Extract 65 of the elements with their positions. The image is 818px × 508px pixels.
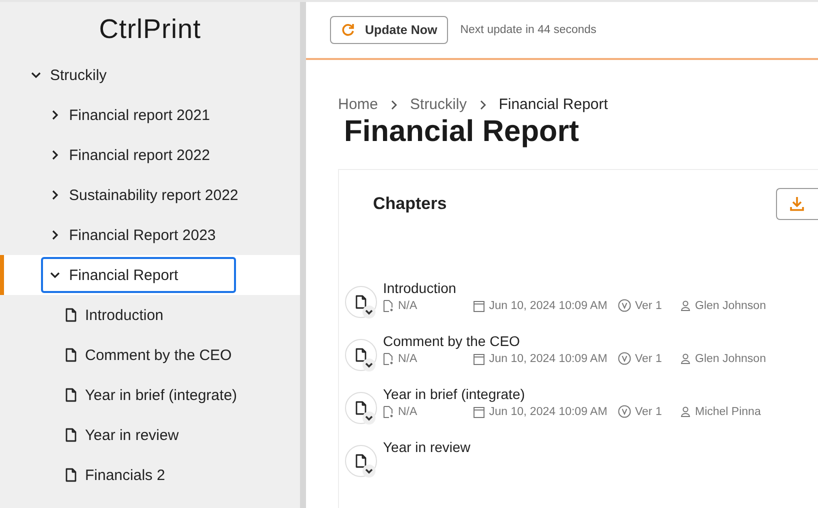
user-name: Michel Pinna (695, 406, 761, 418)
page-title: Financial Report (344, 115, 580, 149)
calendar-icon (473, 352, 485, 364)
document-status-icon (383, 352, 394, 364)
expand-icon[interactable] (362, 305, 376, 319)
tree-item[interactable]: Financial Report (41, 257, 236, 293)
document-icon (65, 348, 77, 362)
chevron-right-icon (478, 100, 487, 110)
version-text: Ver 1 (635, 300, 662, 312)
chapters-heading: Chapters (373, 194, 447, 214)
tree-item[interactable]: Year in brief (integrate) (57, 377, 246, 413)
version-text: Ver 1 (635, 352, 662, 364)
document-icon (65, 468, 77, 482)
user-name: Glen Johnson (695, 352, 766, 364)
document-icon (355, 401, 367, 415)
expand-icon[interactable] (362, 411, 376, 425)
tree-item[interactable]: Financial report 2021 (41, 97, 218, 133)
download-button[interactable] (776, 188, 818, 220)
calendar-icon (473, 300, 485, 312)
chapter-title[interactable]: Year in brief (integrate) (383, 386, 761, 402)
tree-item[interactable]: Struckily (22, 57, 115, 93)
document-icon (65, 308, 77, 322)
tree-item[interactable]: Introduction (57, 297, 172, 333)
chapter-title[interactable]: Introduction (383, 280, 766, 296)
status-text: N/A (398, 406, 418, 418)
document-icon (65, 428, 77, 442)
document-icon (355, 295, 367, 309)
date-text: Jun 10, 2024 10:09 AM (489, 406, 608, 418)
document-icon (355, 454, 367, 468)
tree-item[interactable]: Financial report 2022 (41, 137, 218, 173)
document-icon (65, 388, 77, 402)
tree-item[interactable]: Financials 2 (57, 457, 174, 493)
document-status-icon (383, 406, 394, 418)
date-text: Jun 10, 2024 10:09 AM (489, 352, 608, 364)
breadcrumb-link[interactable]: Home (338, 96, 378, 113)
user-icon (680, 300, 691, 311)
chapter-title[interactable]: Year in review (383, 439, 470, 455)
calendar-icon (473, 406, 485, 418)
breadcrumb-link[interactable]: Struckily (410, 96, 467, 113)
version-icon (618, 299, 631, 312)
user-name: Glen Johnson (695, 300, 766, 312)
user-icon (680, 406, 691, 417)
status-text: N/A (398, 352, 418, 364)
status-text: N/A (398, 300, 418, 312)
version-text: Ver 1 (635, 406, 662, 418)
version-icon (618, 352, 631, 365)
breadcrumb-link[interactable]: Financial Report (498, 96, 608, 113)
expand-icon[interactable] (362, 464, 376, 478)
tree-item[interactable]: Financial Report 2023 (41, 217, 224, 253)
update-now-button[interactable]: Update Now (330, 16, 448, 44)
tree-item[interactable]: Year in review (57, 417, 187, 453)
user-icon (680, 353, 691, 364)
document-icon (355, 348, 367, 362)
refresh-icon (341, 23, 355, 37)
expand-icon[interactable] (362, 358, 376, 372)
next-update-text: Next update in 44 seconds (460, 24, 596, 36)
logo: CtrlPrint (98, 13, 201, 46)
document-status-icon (383, 300, 394, 312)
download-icon (789, 196, 805, 212)
tree-item[interactable]: Sustainability report 2022 (41, 177, 246, 213)
date-text: Jun 10, 2024 10:09 AM (489, 300, 608, 312)
chevron-right-icon (390, 100, 398, 110)
tree-item[interactable]: Comment by the CEO (57, 337, 240, 373)
chapter-title[interactable]: Comment by the CEO (383, 333, 766, 349)
version-icon (618, 405, 631, 418)
